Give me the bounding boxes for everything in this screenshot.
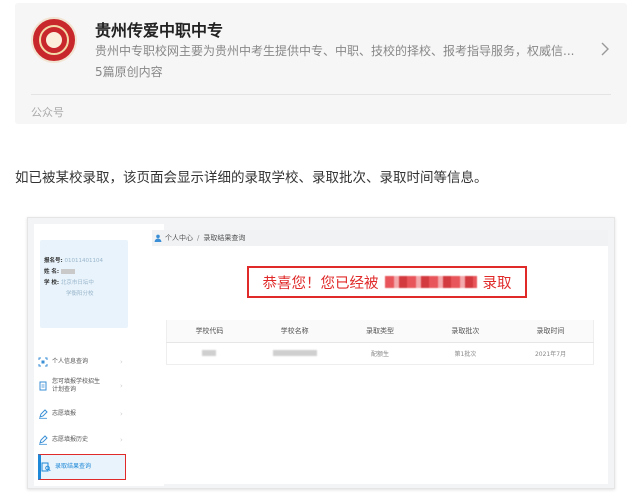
admission-batch-cell: 第1批次	[422, 342, 509, 365]
table-header-row: 学校代码 学校名称 录取类型 录取批次 录取时间	[166, 320, 594, 343]
sidebar-item-personal-info[interactable]: 个人信息查询 ›	[38, 352, 126, 372]
profile-box: 报名号: 01011401104 姓 名: 学 校: 北京市日坛中 学衡阳分校	[40, 240, 128, 328]
school-name-cell	[251, 342, 338, 365]
account-logo	[31, 17, 77, 63]
school-name-redacted	[384, 276, 477, 288]
column-header: 录取时间	[508, 320, 594, 343]
school-code-cell	[166, 342, 252, 365]
name-label: 姓 名:	[44, 269, 60, 275]
sidebar-item-admission-result[interactable]: 录取结果查询	[38, 454, 126, 480]
sidebar-item-enrollment-plan[interactable]: 您可填报学校招生计划查询 ›	[38, 376, 126, 396]
chevron-right-icon: ›	[120, 382, 123, 390]
user-icon	[154, 234, 162, 242]
name-redacted	[60, 269, 75, 274]
congrats-prefix: 恭喜您！您已经被	[262, 275, 379, 292]
official-account-card[interactable]: 贵州传爱中职中专 贵州中专职校网主要为贵州中考生提供中专、中职、技校的择校、报考…	[15, 3, 627, 124]
sidebar-item-label: 您可填报学校招生计划查询	[52, 378, 101, 393]
account-description: 贵州中专职校网主要为贵州中考生提供中专、中职、技校的择校、报考指导服务，权威信.…	[95, 44, 575, 58]
chevron-right-icon	[601, 42, 609, 56]
divider	[31, 94, 611, 95]
main-panel: 个人中心 / 录取结果查询 恭喜您！您已经被 录取 学校代码 学校名称 录取类型…	[152, 230, 608, 484]
sidebar-item-application-history[interactable]: 志愿填报历史 ›	[38, 430, 126, 450]
reg-number-value: 01011401104	[64, 258, 103, 264]
admission-result-table: 学校代码 学校名称 录取类型 录取批次 录取时间 配额生 第1批次 2021年7…	[166, 320, 594, 365]
chevron-right-icon: ›	[120, 358, 123, 366]
edit-icon	[39, 435, 48, 445]
column-header: 录取类型	[337, 320, 423, 343]
breadcrumb-separator: /	[197, 234, 200, 242]
article-count: 5篇原创内容	[95, 65, 163, 79]
sidebar-item-label: 个人信息查询	[52, 358, 89, 365]
sidebar-item-label: 志愿填报	[52, 410, 77, 417]
sidebar-item-application[interactable]: 志愿填报 ›	[38, 404, 126, 424]
column-header: 录取批次	[422, 320, 509, 343]
admission-result-screenshot: 报名号: 01011401104 姓 名: 学 校: 北京市日坛中 学衡阳分校 …	[27, 217, 615, 489]
school-value-line1: 北京市日坛中	[60, 280, 94, 286]
school-label: 学 校:	[44, 280, 60, 286]
sidebar-item-label: 志愿填报历史	[52, 436, 89, 443]
sidebar: 报名号: 01011401104 姓 名: 学 校: 北京市日坛中 学衡阳分校 …	[34, 224, 164, 486]
sidebar-item-label: 录取结果查询	[55, 463, 92, 470]
admission-type-cell: 配额生	[337, 342, 423, 365]
column-header: 学校名称	[251, 320, 338, 343]
breadcrumb-home[interactable]: 个人中心	[165, 233, 193, 243]
congratulations-banner: 恭喜您！您已经被 录取	[247, 266, 527, 298]
account-type-label: 公众号	[31, 106, 64, 119]
column-header: 学校代码	[166, 320, 252, 343]
account-name: 贵州传爱中职中专	[95, 21, 224, 40]
chevron-right-icon: ›	[120, 410, 123, 418]
document-icon	[39, 381, 47, 391]
edit-icon	[39, 409, 48, 419]
scan-icon	[38, 357, 48, 367]
admission-time-cell: 2021年7月	[508, 342, 594, 365]
school-value-line2: 学衡阳分校	[66, 291, 94, 297]
search-doc-icon	[41, 462, 51, 472]
intro-paragraph: 如已被某校录取，该页面会显示详细的录取学校、录取批次、录取时间等信息。	[15, 170, 488, 186]
breadcrumb-current: 录取结果查询	[203, 234, 246, 242]
reg-number-label: 报名号:	[44, 258, 63, 264]
table-row: 配额生 第1批次 2021年7月	[166, 342, 594, 365]
chevron-right-icon: ›	[120, 436, 123, 444]
breadcrumb: 个人中心 / 录取结果查询	[152, 230, 608, 246]
congrats-suffix: 录取	[482, 275, 512, 292]
